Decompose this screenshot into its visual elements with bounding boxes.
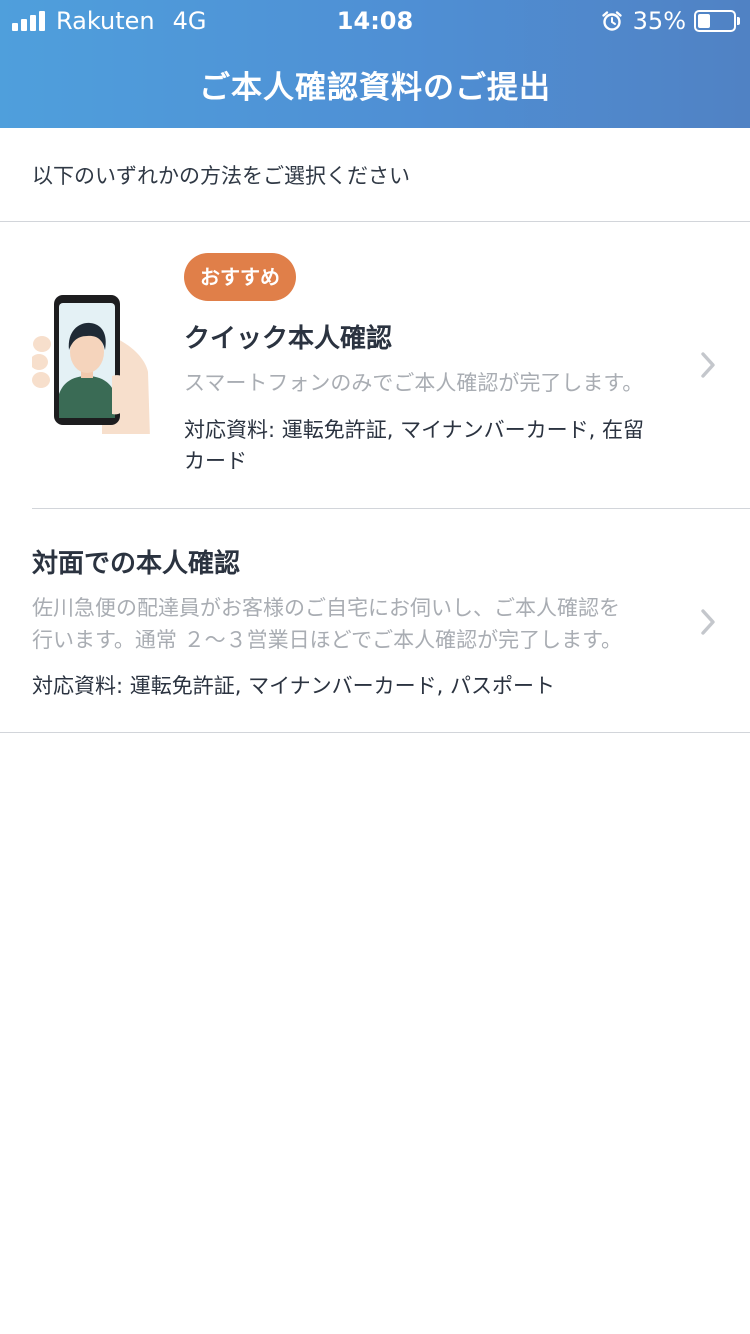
instruction-text: 以下のいずれかの方法をご選択ください: [32, 164, 410, 188]
divider: [0, 732, 750, 733]
screen: Rakuten 4G 14:08 35% ご本人確認資料のご提出 以下のいずれか…: [0, 0, 750, 1334]
status-right: 35%: [601, 6, 740, 36]
alarm-icon: [601, 10, 623, 32]
quick-verification-documents-line2: カード: [184, 449, 247, 473]
status-bar: Rakuten 4G 14:08 35%: [0, 0, 750, 42]
chevron-right-icon: [701, 609, 715, 635]
quick-verification-documents-line1: 対応資料: 運転免許証, マイナンバーカード, 在留: [184, 418, 645, 442]
in-person-verification-title: 対面での本人確認: [32, 549, 241, 579]
recommended-badge: おすすめ: [184, 253, 296, 301]
battery-level-fill: [698, 14, 710, 28]
chevron-right-icon: [701, 352, 715, 378]
page-title: ご本人確認資料のご提出: [199, 70, 551, 106]
quick-verification-title: クイック本人確認: [184, 324, 393, 354]
in-person-verification-documents: 対応資料: 運転免許証, マイナンバーカード, パスポート: [32, 674, 556, 698]
phone-selfie-illustration: [32, 295, 150, 434]
in-person-verification-description-line2: 行います。通常 ２～３営業日ほどでご本人確認が完了します。: [32, 628, 623, 652]
battery-percent: 35%: [632, 7, 686, 35]
battery-icon: [694, 10, 740, 32]
quick-verification-description: スマートフォンのみでご本人確認が完了します。: [184, 371, 644, 395]
header: Rakuten 4G 14:08 35% ご本人確認資料のご提出: [0, 0, 750, 128]
in-person-verification-description-line1: 佐川急便の配達員がお客様のご自宅にお伺いし、ご本人確認を: [32, 596, 620, 620]
